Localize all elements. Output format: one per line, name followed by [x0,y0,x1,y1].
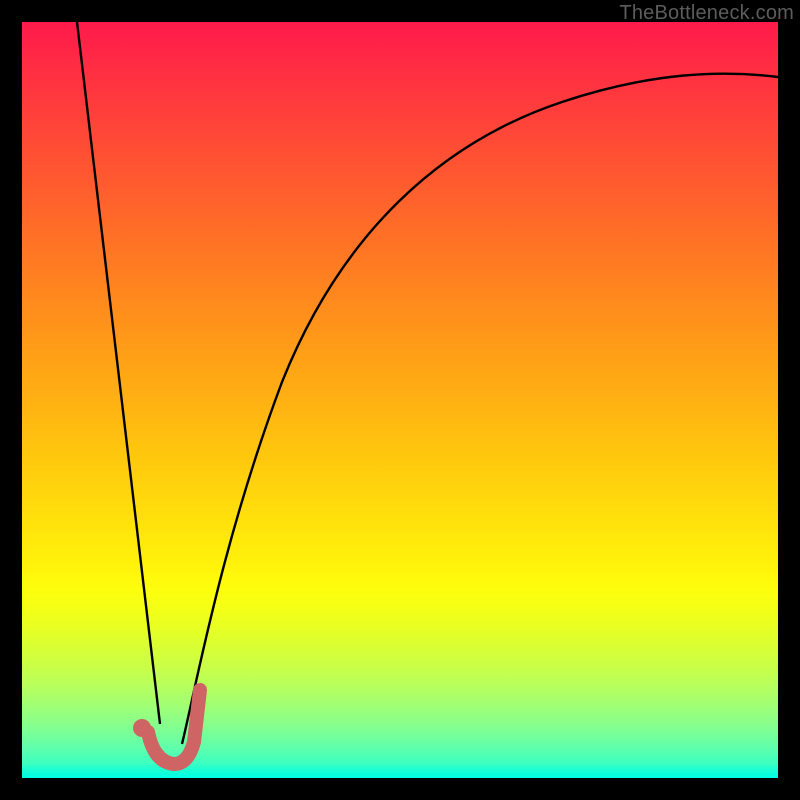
selected-point-marker [133,719,151,737]
j-hook-marker [148,690,200,764]
curve-right-branch [182,74,778,744]
curve-left-branch [77,22,160,724]
watermark-text: TheBottleneck.com [619,2,794,25]
chart-frame: TheBottleneck.com [0,0,800,800]
curve-layer [22,22,778,778]
